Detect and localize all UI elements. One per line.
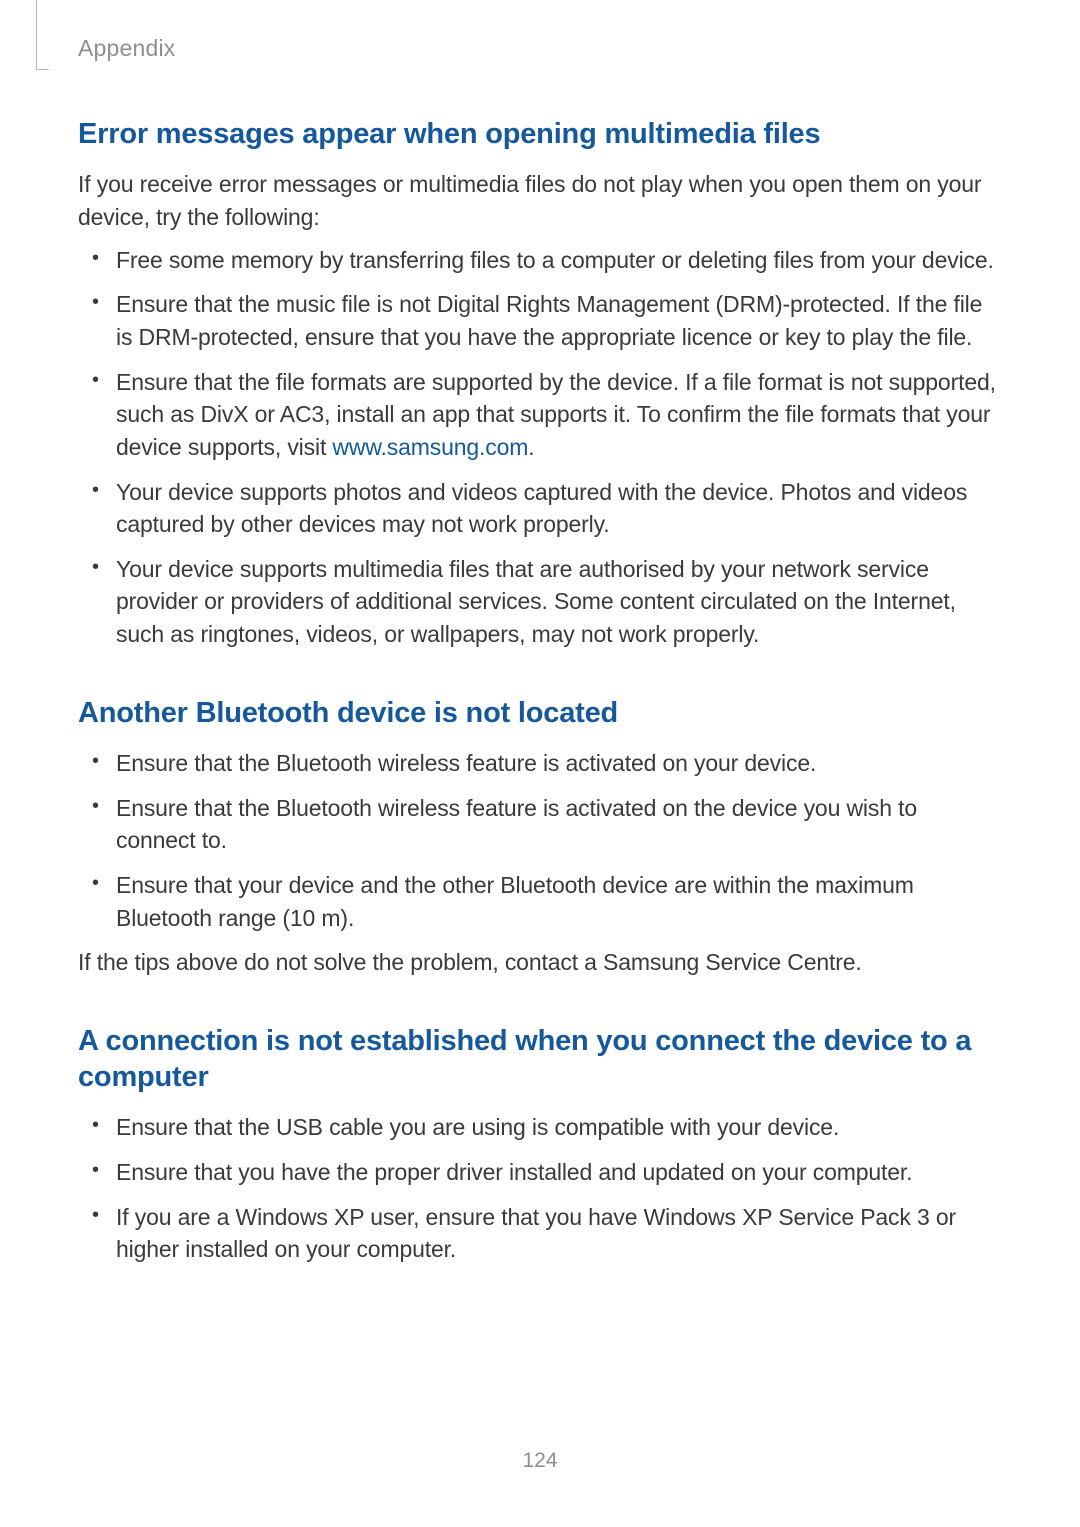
bullet-list: Ensure that the Bluetooth wireless featu… (78, 747, 1002, 934)
list-item: If you are a Windows XP user, ensure tha… (114, 1201, 1002, 1266)
list-item: Free some memory by transferring files t… (114, 244, 1002, 277)
list-item: Your device supports multimedia files th… (114, 553, 1002, 651)
running-head: Appendix (78, 35, 176, 62)
section-title: A connection is not established when you… (78, 1023, 1002, 1096)
bullet-list: Free some memory by transferring files t… (78, 244, 1002, 651)
section-usb-connection: A connection is not established when you… (78, 1023, 1002, 1266)
section-title: Error messages appear when opening multi… (78, 116, 1002, 152)
section-error-messages: Error messages appear when opening multi… (78, 116, 1002, 651)
page: Appendix Error messages appear when open… (0, 0, 1080, 1527)
list-item: Ensure that the file formats are support… (114, 366, 1002, 464)
list-item-text-pre: Ensure that the file formats are support… (116, 369, 996, 460)
page-number: 124 (0, 1449, 1080, 1473)
section-title: Another Bluetooth device is not located (78, 695, 1002, 731)
section-bluetooth: Another Bluetooth device is not located … (78, 695, 1002, 979)
section-intro: If you receive error messages or multime… (78, 168, 1002, 233)
list-item: Ensure that the Bluetooth wireless featu… (114, 792, 1002, 857)
list-item: Ensure that you have the proper driver i… (114, 1156, 1002, 1189)
samsung-link[interactable]: www.samsung.com (332, 434, 528, 460)
list-item: Ensure that the Bluetooth wireless featu… (114, 747, 1002, 780)
list-item: Ensure that the USB cable you are using … (114, 1111, 1002, 1144)
section-outro: If the tips above do not solve the probl… (78, 946, 1002, 979)
list-item: Your device supports photos and videos c… (114, 476, 1002, 541)
bullet-list: Ensure that the USB cable you are using … (78, 1111, 1002, 1266)
content: Error messages appear when opening multi… (78, 34, 1002, 1266)
list-item: Ensure that the music file is not Digita… (114, 288, 1002, 353)
list-item: Ensure that your device and the other Bl… (114, 869, 1002, 934)
header-rule (36, 0, 37, 70)
list-item-text-post: . (528, 434, 534, 460)
